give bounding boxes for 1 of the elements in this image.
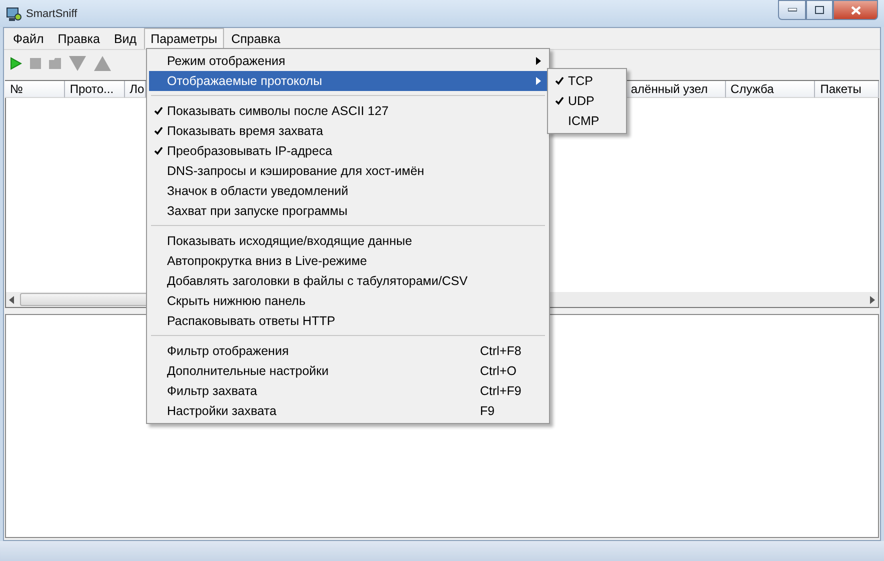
window-title: SmartSniff: [26, 8, 78, 20]
